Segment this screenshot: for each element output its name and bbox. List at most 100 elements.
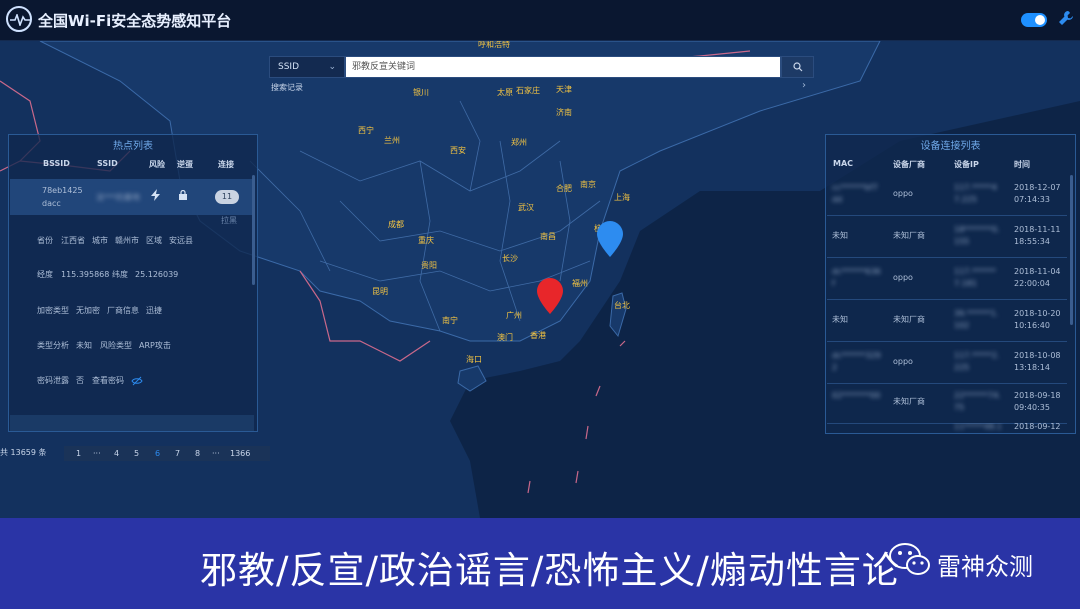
city-label: 海口 bbox=[466, 355, 482, 364]
province-value: 江西省 bbox=[61, 236, 85, 245]
province-label: 省份 bbox=[37, 236, 53, 245]
device-panel-title: 设备连接列表 bbox=[920, 141, 981, 152]
page-ellipsis[interactable]: ··· bbox=[212, 449, 220, 458]
page-link[interactable]: 1 bbox=[76, 449, 81, 458]
pwd-leak-label: 密码泄露 bbox=[37, 376, 69, 385]
blacklist-link[interactable]: 拉黑 bbox=[221, 215, 237, 227]
city-label: 呼和浩特 bbox=[478, 41, 510, 49]
view-password-link[interactable]: 查看密码 bbox=[92, 375, 124, 387]
table-row[interactable]: dc******636f oppo 117.******7.181 2018-1… bbox=[827, 259, 1067, 300]
time-value: 07:14:33 bbox=[1014, 195, 1050, 204]
next-row-peek bbox=[10, 415, 254, 431]
vendor-value: 未知厂商 bbox=[893, 231, 925, 240]
page-link-active[interactable]: 6 bbox=[155, 449, 160, 458]
page-link[interactable]: 1366 bbox=[230, 449, 250, 458]
mac-value: cc******bf7dd bbox=[832, 183, 878, 204]
pwd-leak-value: 否 bbox=[76, 376, 84, 385]
city-label: 石家庄 bbox=[516, 86, 540, 95]
col-header-ssid: SSID bbox=[97, 159, 118, 168]
wechat-icon bbox=[889, 543, 930, 575]
table-row[interactable]: dc******3292 oppo 117.*****2.225 2018-10… bbox=[827, 343, 1067, 384]
eye-off-icon[interactable] bbox=[131, 376, 143, 386]
table-row[interactable]: 未知 未知厂商 39.******1.102 2018-10-20 10:16:… bbox=[827, 301, 1067, 342]
city-label: 台北 bbox=[614, 301, 630, 310]
district-value: 安远县 bbox=[169, 236, 193, 245]
ip-value: 22******74.75 bbox=[954, 391, 1001, 412]
ip-value: 117.******7.181 bbox=[954, 267, 996, 288]
mac-value: dc******3292 bbox=[832, 351, 881, 372]
table-row[interactable]: 11*****48.1 2018-09-12 bbox=[827, 423, 1067, 433]
brand-name: 雷神众测 bbox=[937, 553, 1033, 581]
page-link[interactable]: 8 bbox=[195, 449, 200, 458]
vendor-value: oppo bbox=[893, 357, 913, 366]
district-label: 区域 bbox=[146, 236, 162, 245]
city-label: 福州 bbox=[572, 279, 588, 288]
search-type-select[interactable]: SSID ⌄ bbox=[269, 56, 345, 78]
col-header-risk: 风险 bbox=[149, 160, 165, 169]
chevron-right-icon[interactable]: › bbox=[802, 80, 806, 91]
type-value: 未知 bbox=[76, 341, 92, 350]
col-header-reverse: 逆蛋 bbox=[177, 160, 193, 169]
risk-type-label: 风险类型 bbox=[100, 341, 132, 350]
banner-caption: 邪教/反宣/政治谣言/恐怖主义/煽动性言论 bbox=[200, 549, 900, 592]
city-label-text: 城市 bbox=[92, 236, 108, 245]
table-row[interactable]: 未知 未知厂商 18*******0.155 2018-11-11 18:55:… bbox=[827, 217, 1067, 258]
city-label: 成都 bbox=[388, 220, 404, 229]
city-label: 合肥 bbox=[556, 184, 572, 193]
date-value: 2018-11-11 bbox=[1014, 225, 1061, 234]
city-label: 济南 bbox=[556, 108, 572, 117]
mac-value: 未知 bbox=[832, 231, 848, 240]
date-value: 2018-12-07 bbox=[1014, 183, 1061, 192]
connection-count-badge[interactable]: 11 bbox=[215, 190, 239, 204]
scrollbar[interactable] bbox=[1070, 175, 1073, 325]
red-location-pin-icon[interactable] bbox=[537, 278, 563, 314]
city-label: 广州 bbox=[506, 311, 522, 320]
table-row[interactable]: cc******bf7dd oppo 117.*****47.225 2018-… bbox=[827, 175, 1067, 216]
page-ellipsis[interactable]: ··· bbox=[93, 449, 101, 458]
app-title: 全国Wi-Fi安全态势感知平台 bbox=[38, 12, 232, 30]
page-link[interactable]: 5 bbox=[134, 449, 139, 458]
longitude-value: 115.395868 bbox=[61, 270, 110, 279]
wrench-icon[interactable] bbox=[1058, 10, 1074, 26]
search-input[interactable]: 邪教反宣关键词 bbox=[345, 56, 781, 78]
city-label: 武汉 bbox=[518, 203, 534, 212]
hotspot-panel: 热点列表 BSSID SSID 风险 逆蛋 连接 78eb1425 dacc 法… bbox=[8, 134, 258, 432]
col-header-vendor: 设备厂商 bbox=[893, 160, 925, 169]
vendor-value: oppo bbox=[893, 189, 913, 198]
date-value: 2018-10-20 bbox=[1014, 309, 1061, 318]
city-label: 西安 bbox=[450, 146, 466, 155]
top-bar: 全国Wi-Fi安全态势感知平台 bbox=[0, 0, 1080, 41]
vendor-value: oppo bbox=[893, 273, 913, 282]
vendor-value: 未知厂商 bbox=[893, 315, 925, 324]
blue-location-pin-icon[interactable] bbox=[597, 221, 623, 257]
city-label: 香港 bbox=[530, 331, 546, 340]
page-link[interactable]: 4 bbox=[114, 449, 119, 458]
ip-value: 117.*****2.225 bbox=[954, 351, 1000, 372]
time-value: 18:55:34 bbox=[1014, 237, 1050, 246]
date-value: 2018-10-08 bbox=[1014, 351, 1061, 360]
city-label: 南宁 bbox=[442, 316, 458, 325]
search-history-link[interactable]: 搜索记录 bbox=[271, 82, 303, 93]
city-label: 长沙 bbox=[502, 254, 518, 263]
risk-type-value: ARP攻击 bbox=[139, 341, 171, 350]
time-value: 09:40:35 bbox=[1014, 403, 1050, 412]
ssid-value: 法***的基地 bbox=[96, 193, 140, 202]
vendor-label: 厂商信息 bbox=[107, 306, 139, 315]
encrypt-value: 无加密 bbox=[76, 306, 100, 315]
toggle-switch[interactable] bbox=[1021, 13, 1047, 27]
table-row[interactable]: 02*******00 未知厂商 22******74.75 2018-09-1… bbox=[827, 383, 1067, 424]
city-label: 郑州 bbox=[511, 138, 527, 147]
scrollbar[interactable] bbox=[252, 175, 255, 285]
city-value: 赣州市 bbox=[115, 236, 139, 245]
search-type-value: SSID bbox=[278, 62, 300, 72]
col-header-ip: 设备IP bbox=[954, 160, 979, 169]
city-label: 澳门 bbox=[497, 333, 513, 342]
ip-value: 11*****48.1 bbox=[954, 423, 1002, 431]
search-button[interactable] bbox=[781, 56, 814, 78]
page-link[interactable]: 7 bbox=[175, 449, 180, 458]
vendor-value: 未知厂商 bbox=[893, 397, 925, 406]
search-icon bbox=[793, 62, 803, 72]
mac-value: 未知 bbox=[832, 315, 848, 324]
mac-value: 02*******00 bbox=[832, 391, 881, 400]
time-value: 22:00:04 bbox=[1014, 279, 1050, 288]
